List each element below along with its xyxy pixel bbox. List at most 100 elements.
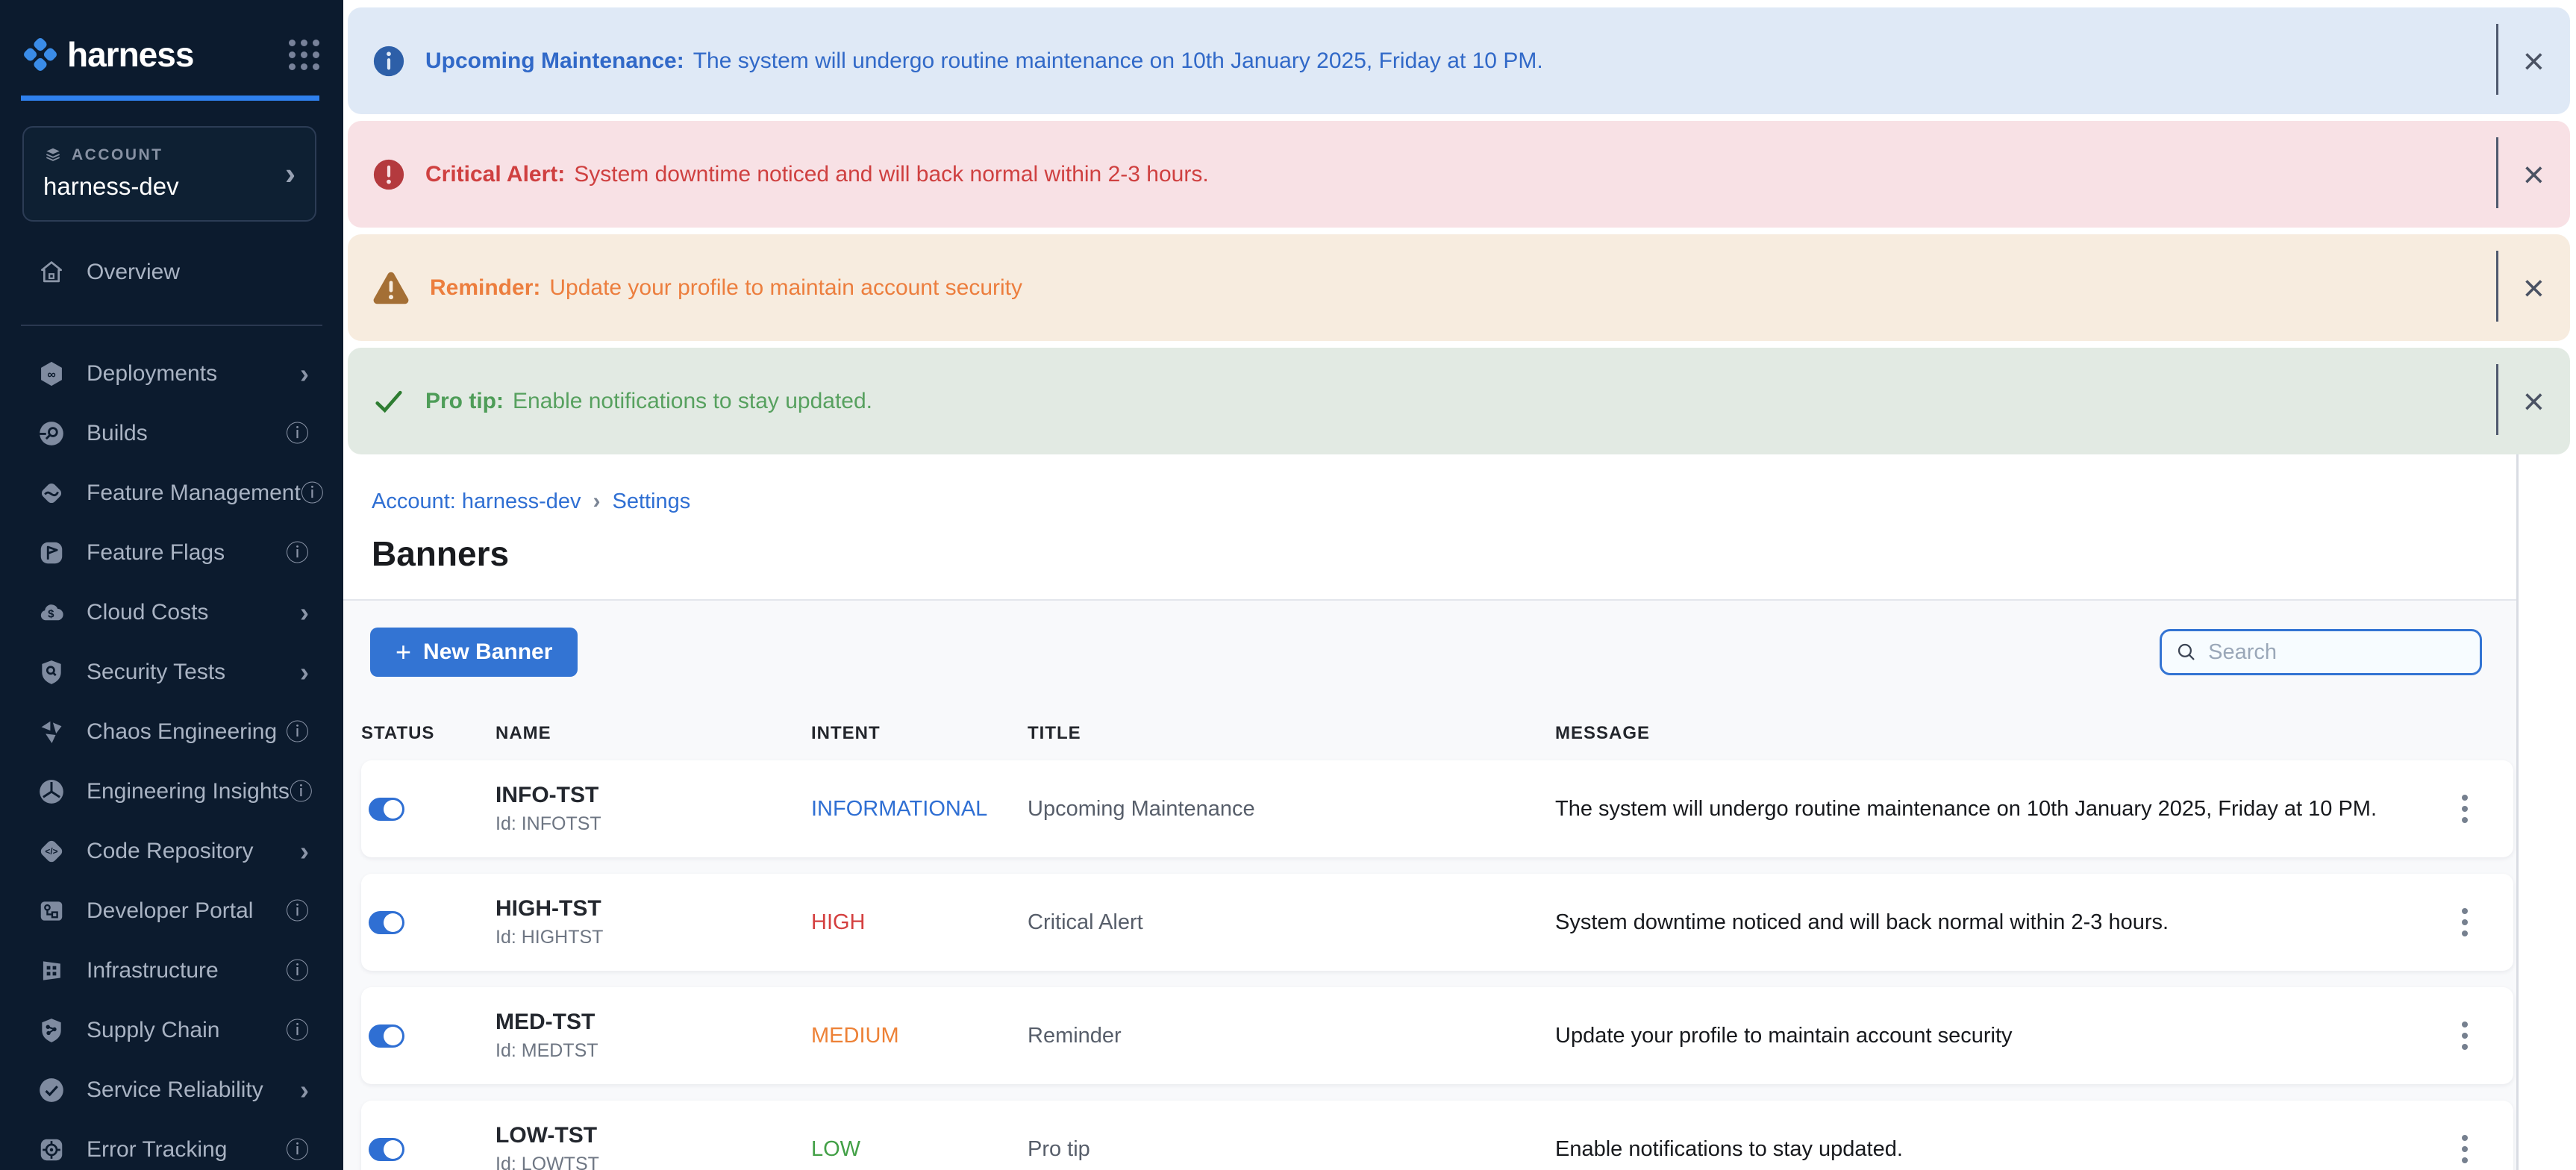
banner-id: Id: HIGHTST	[495, 927, 811, 948]
sidebar-item-engineering-insights[interactable]: Engineering Insights ⓘ	[0, 762, 343, 822]
sidebar-item-label: Builds	[87, 421, 148, 446]
sidebar-item-label: Infrastructure	[87, 958, 219, 983]
sidebar-item-deployments[interactable]: ∞ Deployments ›	[0, 344, 343, 404]
close-icon[interactable]: ×	[2516, 153, 2552, 196]
header-title: TITLE	[1028, 723, 1555, 744]
banner-message: Update your profile to maintain account …	[549, 275, 1022, 301]
developer-portal-icon	[36, 897, 67, 925]
row-menu-kebab-icon[interactable]	[2448, 1129, 2481, 1169]
banner-message: Enable notifications to stay updated.	[513, 389, 872, 414]
svg-text:</>: </>	[45, 846, 57, 857]
banner-label: Critical Alert:	[425, 162, 565, 187]
main-area: Upcoming Maintenance: The system will un…	[343, 0, 2576, 1170]
chaos-engineering-icon	[36, 718, 67, 746]
row-menu-kebab-icon[interactable]	[2448, 902, 2481, 942]
svg-text:$: $	[48, 607, 54, 620]
info-circle-icon: ⓘ	[286, 1019, 309, 1042]
intent-badge: HIGH	[811, 910, 866, 934]
sidebar-item-label: Overview	[87, 260, 180, 285]
layers-icon	[43, 146, 63, 165]
plus-icon: +	[396, 639, 411, 666]
banner-title: Critical Alert	[1028, 910, 1143, 934]
account-chevron-icon: ›	[285, 158, 296, 190]
check-icon	[372, 384, 406, 419]
table-section: + New Banner STATUS NAME	[343, 601, 2516, 1170]
banner-informational: Upcoming Maintenance: The system will un…	[348, 7, 2570, 114]
header-name: NAME	[495, 723, 811, 744]
sidebar-item-feature-management[interactable]: Feature Management ⓘ	[0, 463, 343, 523]
sidebar-item-chaos-engineering[interactable]: Chaos Engineering ⓘ	[0, 702, 343, 762]
engineering-insights-icon	[36, 778, 67, 806]
sidebar-item-security-tests[interactable]: Security Tests ›	[0, 642, 343, 702]
sidebar-item-overview[interactable]: Overview	[0, 243, 343, 302]
status-toggle[interactable]	[369, 1024, 404, 1048]
banner-name: LOW-TST	[495, 1123, 811, 1148]
info-circle-icon: ⓘ	[286, 542, 309, 565]
banner-name: HIGH-TST	[495, 896, 811, 922]
chevron-right-icon: ›	[300, 1077, 309, 1104]
toolbar: + New Banner	[370, 628, 2482, 677]
search-input[interactable]	[2208, 640, 2466, 665]
new-banner-button[interactable]: + New Banner	[370, 628, 578, 677]
close-icon[interactable]: ×	[2516, 40, 2552, 83]
search-box	[2160, 629, 2482, 675]
intent-badge: LOW	[811, 1137, 860, 1161]
info-circle-icon: ⓘ	[290, 780, 313, 804]
row-menu-kebab-icon[interactable]	[2448, 789, 2481, 829]
banner-title: Pro tip	[1028, 1137, 1090, 1161]
chevron-right-icon: ›	[300, 659, 309, 686]
banner-message-cell: Enable notifications to stay updated.	[1555, 1137, 1903, 1161]
right-gutter	[2516, 454, 2576, 1170]
sidebar-item-feature-flags[interactable]: Feature Flags ⓘ	[0, 523, 343, 583]
banner-message: System downtime noticed and will back no…	[574, 162, 1208, 187]
cloud-costs-icon: $	[36, 598, 67, 627]
svg-text:∞: ∞	[47, 369, 55, 381]
warning-triangle-icon	[372, 270, 410, 306]
sidebar-item-builds[interactable]: Builds ⓘ	[0, 404, 343, 463]
banner-id: Id: MEDTST	[495, 1040, 811, 1062]
banner-message: The system will undergo routine maintena…	[693, 49, 1543, 74]
chevron-right-icon: ›	[300, 838, 309, 865]
close-icon[interactable]: ×	[2516, 266, 2552, 310]
header-status: STATUS	[361, 723, 495, 744]
row-menu-kebab-icon[interactable]	[2448, 1016, 2481, 1056]
close-icon[interactable]: ×	[2516, 380, 2552, 423]
feature-flags-icon	[36, 539, 67, 567]
sidebar-item-label: Service Reliability	[87, 1077, 263, 1103]
breadcrumb-account-link[interactable]: Account: harness-dev	[372, 489, 581, 514]
table-row: INFO-TST Id: INFOTST INFORMATIONAL Upcom…	[361, 760, 2513, 857]
service-reliability-icon	[36, 1076, 67, 1104]
info-filled-icon	[372, 44, 406, 78]
info-circle-icon: ⓘ	[301, 482, 324, 505]
sidebar-item-infrastructure[interactable]: Infrastructure ⓘ	[0, 941, 343, 1001]
status-toggle[interactable]	[369, 911, 404, 934]
logo-row: harness	[0, 0, 343, 75]
sidebar-item-cloud-costs[interactable]: $ Cloud Costs ›	[0, 583, 343, 642]
header-message: MESSAGE	[1555, 723, 2416, 744]
supply-chain-icon	[36, 1016, 67, 1045]
status-toggle[interactable]	[369, 1138, 404, 1161]
sidebar-item-error-tracking[interactable]: Error Tracking ⓘ	[0, 1120, 343, 1170]
breadcrumb-settings-link[interactable]: Settings	[612, 489, 690, 514]
banner-critical: Critical Alert: System downtime noticed …	[348, 121, 2570, 228]
security-tests-icon	[36, 658, 67, 686]
banner-divider	[2496, 137, 2498, 208]
table-row: HIGH-TST Id: HIGHTST HIGH Critical Alert…	[361, 874, 2513, 971]
sidebar-item-service-reliability[interactable]: Service Reliability ›	[0, 1060, 343, 1120]
status-toggle[interactable]	[369, 798, 404, 821]
banner-warning: Reminder: Update your profile to maintai…	[348, 234, 2570, 341]
sidebar-item-label: Cloud Costs	[87, 600, 208, 625]
logo-text: harness	[67, 34, 193, 75]
sidebar-item-supply-chain[interactable]: Supply Chain ⓘ	[0, 1001, 343, 1060]
sidebar-item-label: Developer Portal	[87, 898, 253, 924]
banner-divider	[2496, 251, 2498, 322]
sidebar-item-code-repository[interactable]: </> Code Repository ›	[0, 822, 343, 881]
sidebar-item-developer-portal[interactable]: Developer Portal ⓘ	[0, 881, 343, 941]
apps-grid-icon[interactable]	[289, 40, 319, 70]
banner-message-cell: The system will undergo routine maintena…	[1555, 797, 2377, 821]
sidebar-item-label: Security Tests	[87, 660, 225, 685]
account-selector[interactable]: ACCOUNT harness-dev ›	[22, 126, 316, 222]
sidebar: harness ACCOUNT harness-dev › Overview ∞	[0, 0, 343, 1170]
content-column: Account: harness-dev › Settings Banners …	[343, 454, 2516, 1170]
banner-title: Upcoming Maintenance	[1028, 797, 1255, 821]
